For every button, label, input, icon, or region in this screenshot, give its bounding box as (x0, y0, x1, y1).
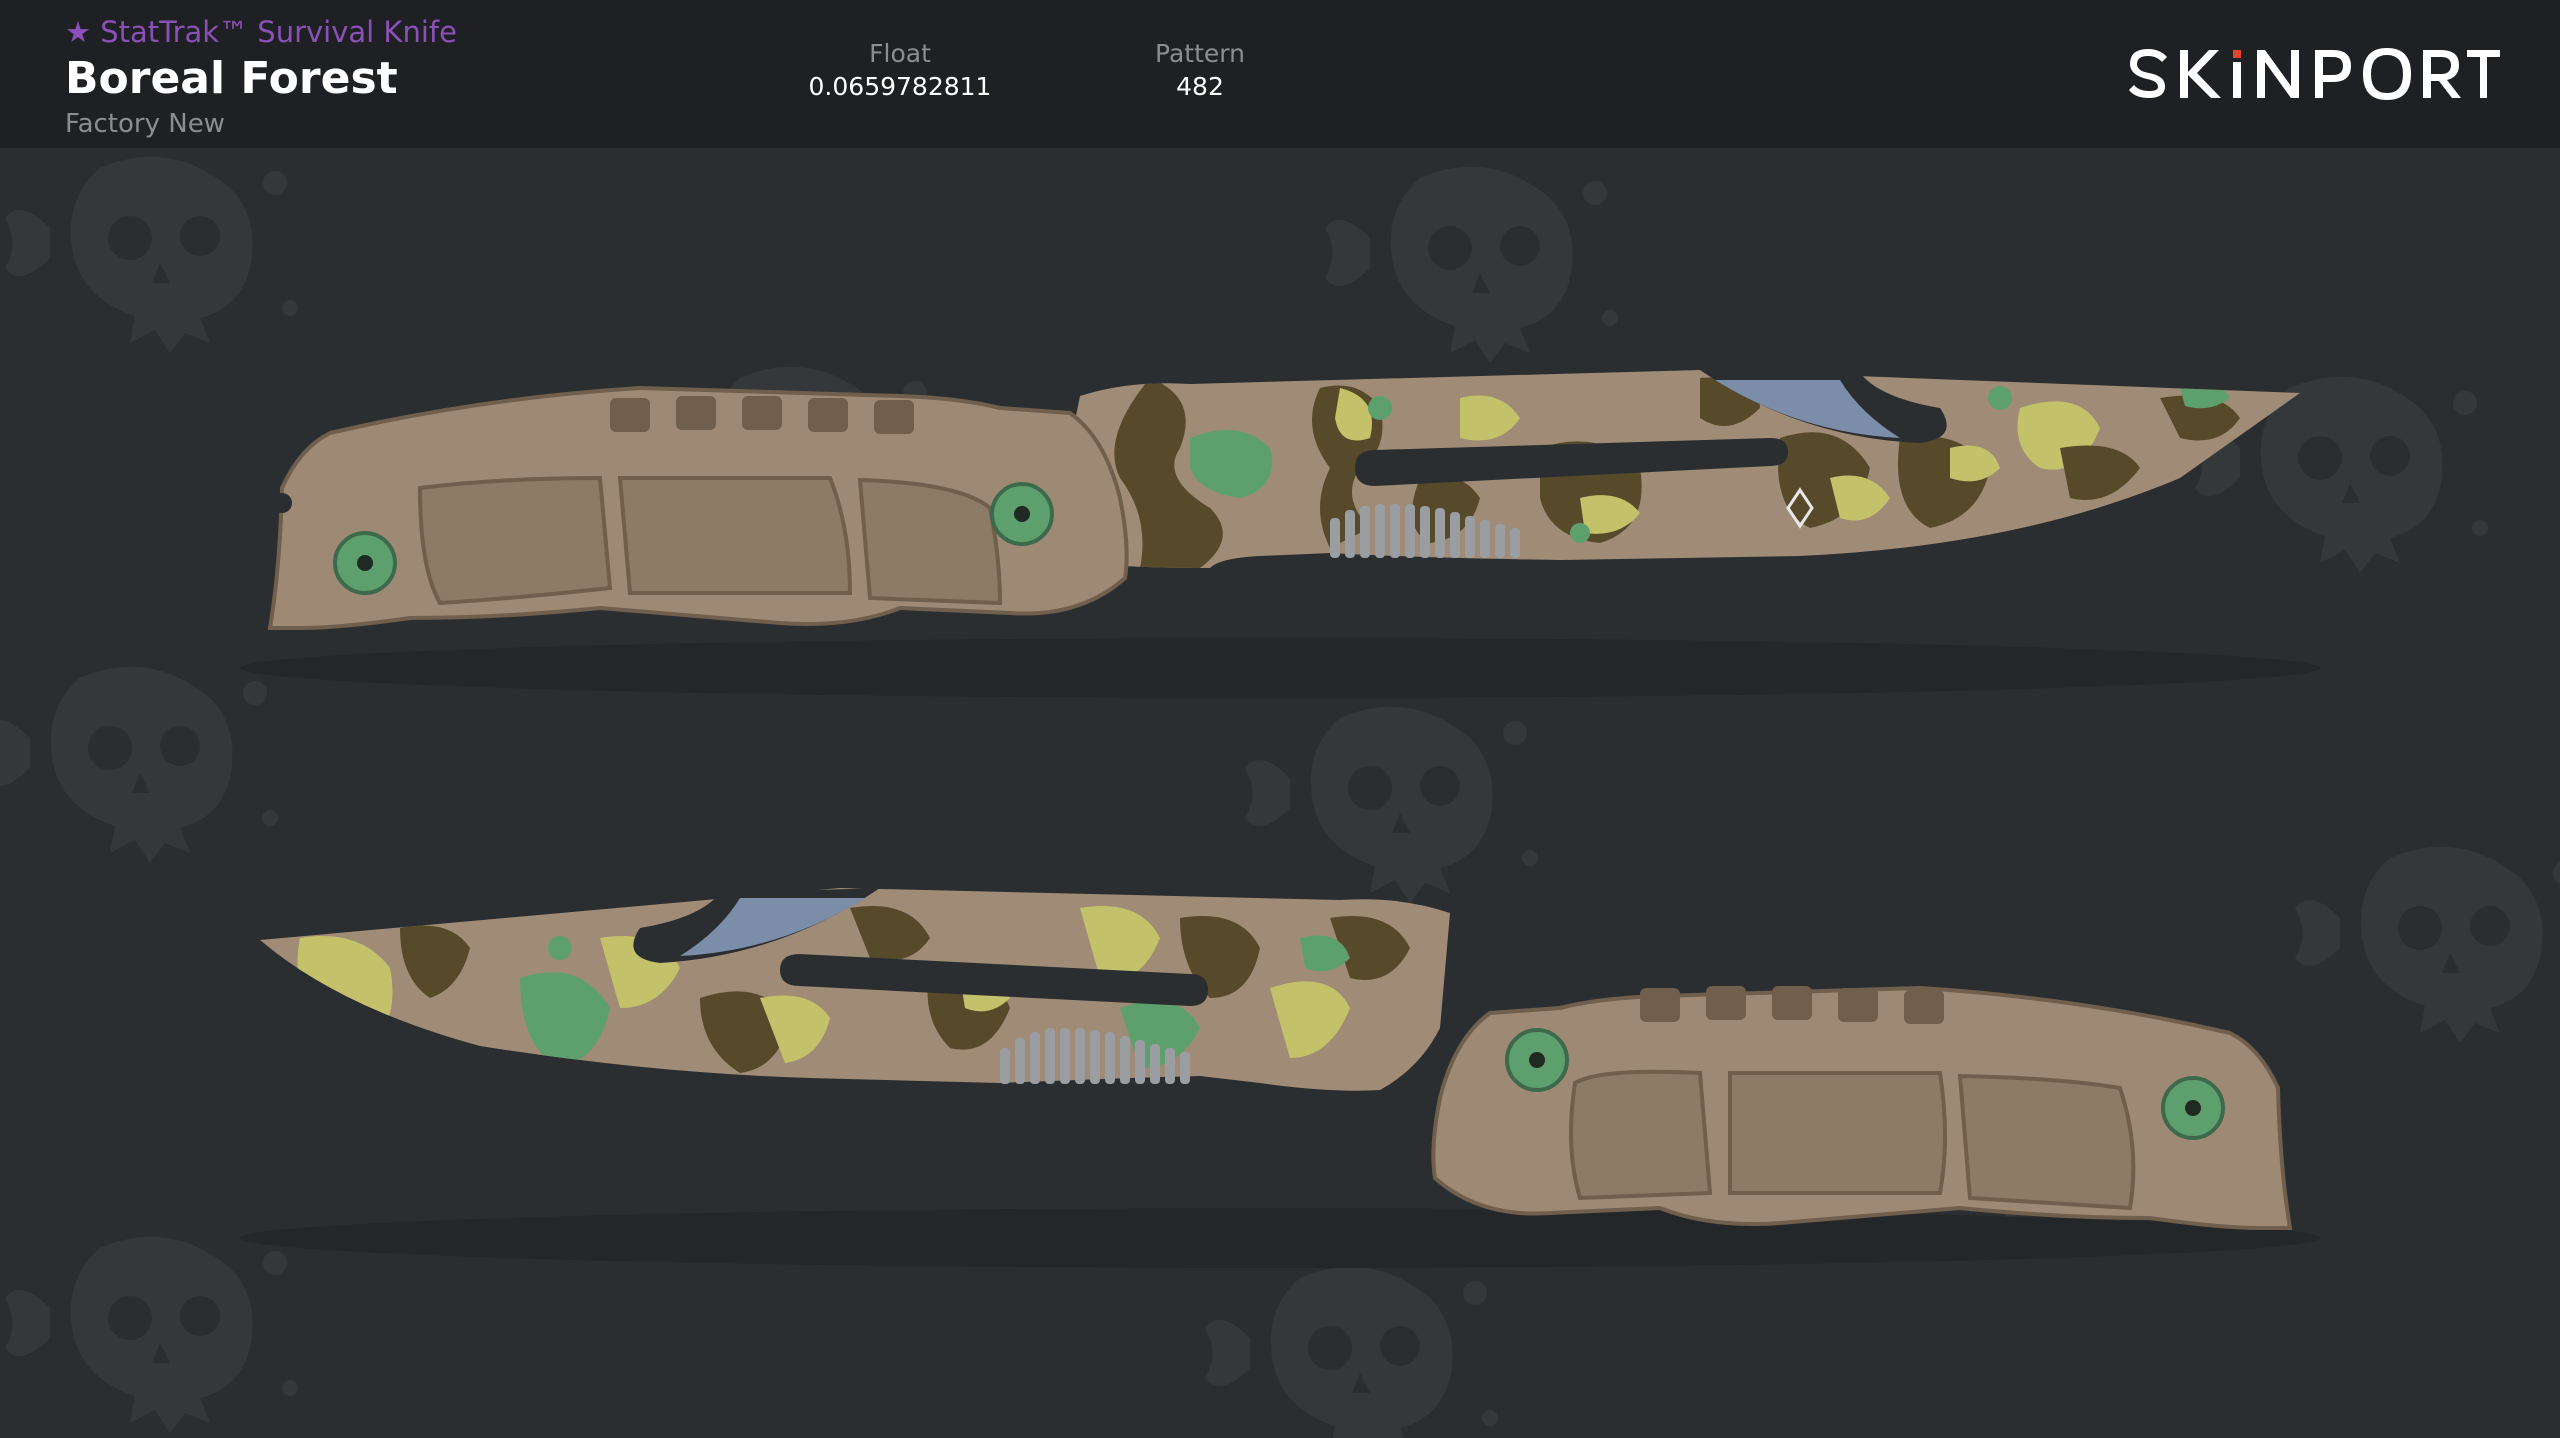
handle-top (267, 385, 1129, 630)
float-label: Float (869, 39, 931, 68)
pattern-stat: Pattern 482 (1110, 38, 1290, 104)
pattern-value: 482 (1176, 72, 1224, 101)
blade-top (1055, 370, 2300, 568)
blade-bottom (260, 888, 1450, 1091)
item-title-block: ★ StatTrak™ Survival Knife Boreal Forest… (65, 14, 457, 140)
handle-bottom (1431, 985, 2293, 1230)
item-preview-svg (0, 156, 2560, 1438)
pattern-label: Pattern (1155, 39, 1245, 68)
item-type-label: ★ StatTrak™ Survival Knife (65, 15, 457, 49)
skinport-logo (2129, 48, 2500, 100)
item-wear: Factory New (65, 109, 225, 139)
knife-view-bottom (240, 888, 2320, 1268)
item-name: Boreal Forest (65, 53, 398, 104)
item-header: ★ StatTrak™ Survival Knife Boreal Forest… (0, 0, 2560, 148)
float-stat: Float 0.0659782811 (780, 38, 1020, 104)
knife-view-top (240, 370, 2320, 698)
item-preview-canvas (0, 148, 2560, 1438)
float-value: 0.0659782811 (808, 72, 992, 101)
